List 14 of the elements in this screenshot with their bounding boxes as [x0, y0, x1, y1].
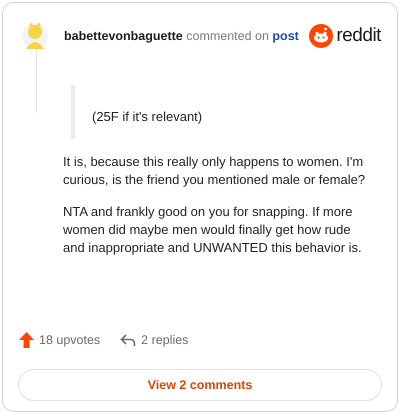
author-name[interactable]: babettevonbaguette [64, 28, 183, 43]
upvote-arrow-icon[interactable] [19, 332, 34, 348]
brand-name: reddit [336, 24, 381, 48]
comment-paragraph: NTA and frankly good on you for snapping. If more women did maybe men would finally get how rude and inappropriate and UNWANTED this behavior is. [63, 202, 363, 256]
reply-count: 2 replies [141, 332, 188, 349]
alien-logo-icon [309, 24, 334, 48]
reply-arrow-icon[interactable] [120, 333, 136, 348]
view-comments-button[interactable]: View 2 comments [18, 369, 382, 401]
post-link[interactable]: post [272, 28, 299, 43]
upvote-count: 18 upvotes [39, 332, 100, 349]
action-text: commented on [185, 28, 270, 43]
avatar-icon [21, 21, 49, 51]
comment-paragraph: It is, because this really only happens to women. I'm curious, is the friend you mentioned male or female? [63, 152, 366, 188]
quote-text: (25F if it's relevant) [92, 108, 204, 126]
